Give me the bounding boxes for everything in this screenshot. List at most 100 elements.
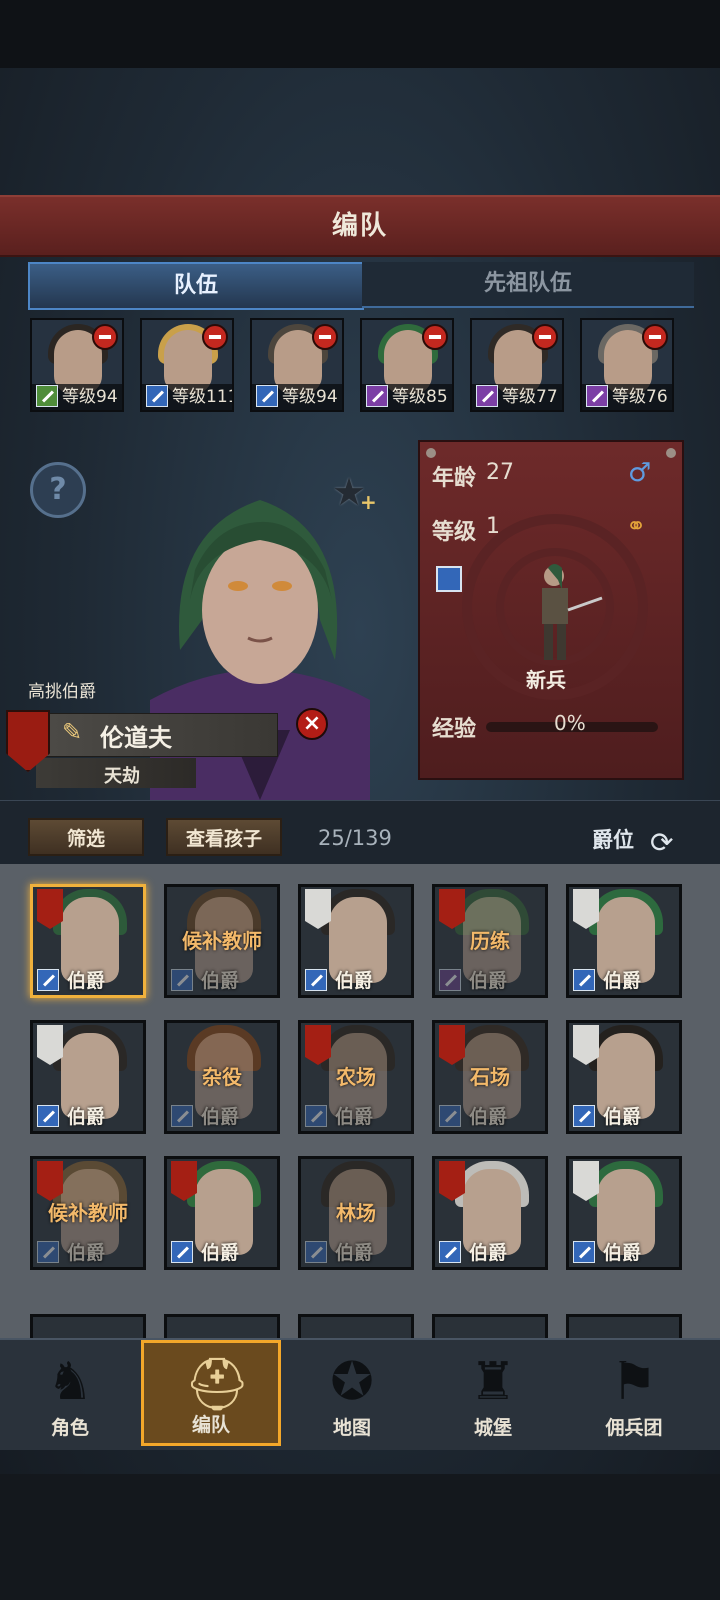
party-member-slot[interactable]: 等级111 (140, 318, 234, 412)
house-banner-icon (305, 1025, 331, 1065)
card-title: 伯爵 (201, 1242, 240, 1264)
party-member-slot[interactable]: 等级94 (250, 318, 344, 412)
remove-member-icon[interactable] (642, 324, 668, 350)
weapon-class-icon (36, 385, 58, 407)
weapon-class-icon (171, 1105, 193, 1127)
roster-card[interactable]: 候补教师 伯爵 (164, 884, 280, 998)
filter-button[interactable]: 筛选 (28, 818, 144, 856)
page-header: 编队 (0, 195, 720, 257)
weapon-class-icon (476, 385, 498, 407)
help-icon[interactable]: ? (30, 462, 86, 518)
exp-label: 经验 (432, 717, 477, 742)
exp-value: 0% (554, 711, 586, 735)
weapon-class-icon (573, 1241, 595, 1263)
remove-member-icon[interactable] (92, 324, 118, 350)
knight-icon: ♞ (46, 1352, 94, 1412)
remove-member-icon[interactable] (422, 324, 448, 350)
house-banner-icon (439, 889, 465, 929)
card-title: 伯爵 (201, 970, 240, 992)
member-level: 等级76 (612, 387, 668, 407)
roster-card[interactable]: 林场 伯爵 (298, 1156, 414, 1270)
card-title: 伯爵 (603, 1242, 642, 1264)
nav-item-flag-tower[interactable]: ⚑ 佣兵团 (564, 1340, 704, 1446)
card-title: 伯爵 (469, 1106, 508, 1128)
hero-trait: 天劫 (104, 766, 140, 787)
card-title: 伯爵 (469, 1242, 508, 1264)
roster-card[interactable]: 伯爵 (30, 1020, 146, 1134)
weapon-class-icon (171, 1241, 193, 1263)
member-level: 等级85 (392, 387, 448, 407)
roster-card-partial (30, 1314, 146, 1338)
nav-label: 城堡 (473, 1417, 512, 1439)
house-banner-icon (305, 889, 331, 929)
weapon-class-icon (305, 969, 327, 991)
weapon-class-icon (439, 1105, 461, 1127)
house-banner-icon (439, 1161, 465, 1201)
roster-card[interactable]: 伯爵 (30, 884, 146, 998)
ring-icon[interactable]: ⚭ (626, 512, 646, 540)
party-member-slot[interactable]: 等级85 (360, 318, 454, 412)
flag-tower-icon: ⚑ (610, 1352, 658, 1412)
roster-card-partial (298, 1314, 414, 1338)
roster-card[interactable]: 农场 伯爵 (298, 1020, 414, 1134)
roster-card[interactable]: 石场 伯爵 (432, 1020, 548, 1134)
dismiss-icon[interactable]: × (296, 708, 328, 740)
member-level: 等级111 (172, 387, 234, 407)
view-children-button[interactable]: 查看孩子 (166, 818, 282, 856)
card-title: 伯爵 (469, 970, 508, 992)
party-member-slot[interactable]: 等级76 (580, 318, 674, 412)
weapon-class-icon (37, 1105, 59, 1127)
helmet-icon: ⛑ (184, 1355, 251, 1415)
weapon-class-icon (171, 969, 193, 991)
party-member-slot[interactable]: 等级94 (30, 318, 124, 412)
recruit-figure (542, 564, 603, 660)
nav-label: 角色 (50, 1417, 89, 1439)
roster-card[interactable]: 伯爵 (566, 1156, 682, 1270)
nav-item-compass-map[interactable]: ✪ 地图 (282, 1340, 422, 1446)
tab-team[interactable]: 队伍 (28, 262, 364, 310)
roster-card[interactable]: 伯爵 (566, 884, 682, 998)
sort-by-rank-button[interactable]: 爵位 (592, 824, 634, 854)
weapon-class-icon (37, 1241, 59, 1263)
roster-card[interactable]: 伯爵 (164, 1156, 280, 1270)
nav-item-castle[interactable]: ♜ 城堡 (423, 1340, 563, 1446)
rename-icon[interactable]: ✎ (62, 718, 82, 746)
party-member-slot[interactable]: 等级77 (470, 318, 564, 412)
nav-item-helmet[interactable]: ⛑ 编队 (141, 1340, 281, 1446)
compass-map-icon: ✪ (330, 1352, 374, 1412)
card-job: 林场 (336, 1201, 376, 1225)
hero-title: 高挑伯爵 (28, 682, 96, 702)
card-job: 杂役 (202, 1065, 242, 1089)
weapon-class-icon (305, 1241, 327, 1263)
member-level: 等级94 (62, 387, 118, 407)
page-title: 编队 (331, 211, 388, 241)
weapon-class-icon (256, 385, 278, 407)
tab-ancestor-team[interactable]: 先祖队伍 (362, 262, 694, 308)
nav-label: 地图 (332, 1417, 371, 1439)
age-label: 年龄 (432, 466, 477, 491)
roster-card-partial (566, 1314, 682, 1338)
roster-card[interactable]: 候补教师 伯爵 (30, 1156, 146, 1270)
nav-item-knight[interactable]: ♞ 角色 (0, 1340, 140, 1446)
roster-card[interactable]: 伯爵 (432, 1156, 548, 1270)
remove-member-icon[interactable] (202, 324, 228, 350)
roster-card[interactable]: 历练 伯爵 (432, 884, 548, 998)
card-title: 伯爵 (201, 1106, 240, 1128)
weapon-class-icon (366, 385, 388, 407)
house-banner-icon (573, 1161, 599, 1201)
card-title: 伯爵 (335, 970, 374, 992)
card-job: 农场 (336, 1065, 376, 1089)
card-job: 候补教师 (182, 929, 262, 953)
remove-member-icon[interactable] (532, 324, 558, 350)
roster-card-partial (164, 1314, 280, 1338)
refresh-sort-icon[interactable]: ⟳ (650, 826, 673, 859)
male-icon: ♂ (628, 458, 652, 488)
roster-card[interactable]: 伯爵 (298, 884, 414, 998)
roster-card[interactable]: 伯爵 (566, 1020, 682, 1134)
roster-card[interactable]: 杂役 伯爵 (164, 1020, 280, 1134)
roster-count: 25/139 (318, 826, 392, 850)
nav-label: 佣兵团 (605, 1417, 663, 1439)
remove-member-icon[interactable] (312, 324, 338, 350)
house-banner-icon (439, 1025, 465, 1065)
roster-card-partial (432, 1314, 548, 1338)
